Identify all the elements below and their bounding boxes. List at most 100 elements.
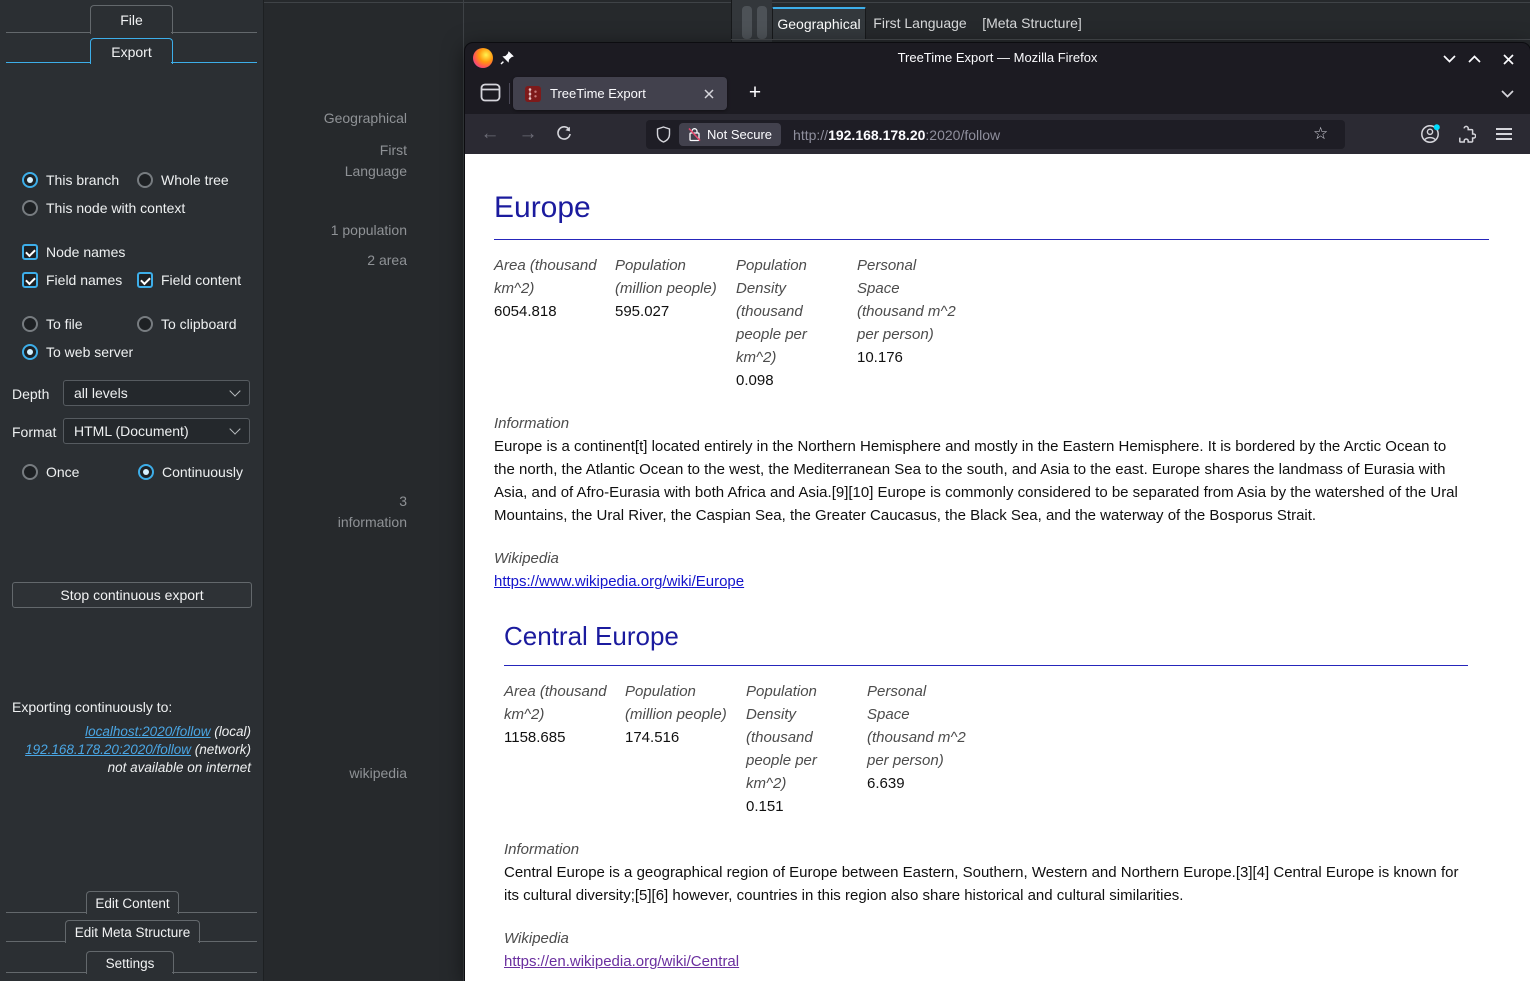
menu-button[interactable] [1491,121,1517,147]
tab-settings-label: Settings [106,956,155,971]
url-path: :2020/follow [925,127,1000,143]
web-page-content: Europe Area (thousand km^2) 6054.818 Pop… [465,154,1530,981]
reload-button[interactable] [551,121,577,147]
format-select[interactable]: HTML (Document) [63,418,250,444]
radio-to-web-server-label: To web server [46,344,133,360]
tree-field-area: 2 area [367,252,407,268]
tab-export-label: Export [111,44,151,60]
checkbox-node-names-icon [22,244,38,260]
edit-meta-line-left [6,941,65,942]
field-header: Population (million people) [615,254,720,300]
radio-once-icon [22,464,38,480]
export-internet-note: not available on internet [108,760,251,775]
tab-geographical[interactable]: Geographical [772,7,866,39]
radio-node-context[interactable]: This node with context [22,199,185,217]
firefox-view-icon[interactable] [480,83,501,102]
tab-meta-structure[interactable]: [Meta Structure] [974,7,1090,39]
treetime-app-window: File Export This branch Whole tree This … [0,0,1530,981]
format-select-value: HTML (Document) [74,423,231,439]
back-arrow-icon: ← [481,123,500,145]
account-icon [1420,124,1440,144]
field-header: Personal Space (thousand m^2 per person) [867,680,972,772]
tab-settings[interactable]: Settings [86,951,174,974]
export-link-network[interactable]: 192.168.178.20:2020/follow [25,742,191,757]
checkbox-node-names[interactable]: Node names [22,243,125,261]
list-all-tabs-button[interactable] [1501,85,1514,103]
top-tabbar-line [731,39,1530,40]
section-divider [504,665,1468,666]
central-europe-wikipedia-link[interactable]: https://en.wikipedia.org/wiki/Central [504,953,739,970]
firefox-titlebar[interactable]: TreeTime Export — Mozilla Firefox [465,43,1530,73]
splitter-handle-icon[interactable] [757,6,767,39]
new-tab-button[interactable]: + [741,79,769,107]
shield-icon[interactable] [656,126,671,143]
field-header: Area (thousand km^2) [494,254,599,300]
radio-to-file[interactable]: To file [22,315,83,333]
checkbox-field-content-icon [137,272,153,288]
chevron-down-icon [1501,90,1514,98]
depth-select-value: all levels [74,385,231,401]
radio-continuously-label: Continuously [162,464,243,480]
checkbox-field-content-label: Field content [161,272,241,288]
url-scheme: http:// [793,127,828,143]
export-link-local-row: localhost:2020/follow (local) [85,724,251,739]
europe-wikipedia-link[interactable]: https://www.wikipedia.org/wiki/Europe [494,573,744,590]
tree-node-geographical[interactable]: Geographical [324,110,407,126]
firefox-tabstrip: TreeTime Export + [465,73,1530,114]
window-close-button[interactable] [1500,51,1516,67]
field-header: Personal Space (thousand m^2 per person) [857,254,962,346]
radio-once[interactable]: Once [22,463,79,481]
tree-field-language: Language [345,163,407,179]
field-value: 10.176 [857,346,962,369]
extensions-button[interactable] [1454,121,1480,147]
back-button[interactable]: ← [477,121,503,147]
field-value: 0.151 [746,795,851,818]
checkbox-field-content[interactable]: Field content [137,271,241,289]
window-maximize-button[interactable] [1466,51,1482,67]
radio-this-branch[interactable]: This branch [22,171,119,189]
tab-file[interactable]: File [90,5,173,34]
forward-button[interactable]: → [515,121,541,147]
tab-close-icon[interactable] [704,89,714,99]
url-text[interactable]: http://192.168.178.20:2020/follow [793,127,1000,143]
tab-edit-meta-structure[interactable]: Edit Meta Structure [65,920,200,943]
account-button[interactable] [1417,121,1443,147]
export-link-network-suffix: (network) [191,742,251,757]
treetime-favicon [525,86,541,102]
bookmark-star-icon[interactable]: ☆ [1313,124,1328,144]
radio-to-web-server-icon [22,344,38,360]
export-tabbar-line-left [6,62,90,63]
not-secure-chip[interactable]: Not Secure [679,123,781,146]
firefox-window: TreeTime Export — Mozilla Firefox [465,43,1530,981]
tab-export[interactable]: Export [90,38,173,64]
splitter-handle-icon[interactable] [742,6,752,39]
tree-field-first: First [380,142,407,158]
checkbox-field-names-icon [22,272,38,288]
settings-line-right [172,972,257,973]
field-column: Area (thousand km^2) 6054.818 [494,254,615,392]
export-link-local[interactable]: localhost:2020/follow [85,724,210,739]
window-minimize-button[interactable] [1441,51,1457,67]
field-column: Population Density (thousand people per … [746,680,867,818]
depth-select[interactable]: all levels [63,380,250,406]
tree-field-information-num: 3 [399,493,407,509]
checkbox-field-names[interactable]: Field names [22,271,122,289]
edit-content-line-right [177,912,257,913]
stop-continuous-export-button[interactable]: Stop continuous export [12,582,252,608]
checkbox-field-names-label: Field names [46,272,122,288]
tab-first-language[interactable]: First Language [866,7,974,39]
tab-edit-content[interactable]: Edit Content [86,891,179,914]
radio-continuously[interactable]: Continuously [138,463,243,481]
splitter-strip [732,0,772,43]
url-bar[interactable]: Not Secure http://192.168.178.20:2020/fo… [646,120,1345,149]
edit-content-line-left [6,912,86,913]
browser-tab-treetime-export[interactable]: TreeTime Export [513,77,727,110]
radio-to-clipboard[interactable]: To clipboard [137,315,237,333]
depth-label: Depth [12,386,49,402]
puzzle-icon [1458,125,1476,143]
radio-to-web-server[interactable]: To web server [22,343,133,361]
field-header: Population (million people) [625,680,730,726]
wikipedia-label: Wikipedia [494,547,1530,570]
tab-file-label: File [120,12,143,28]
radio-whole-tree[interactable]: Whole tree [137,171,229,189]
